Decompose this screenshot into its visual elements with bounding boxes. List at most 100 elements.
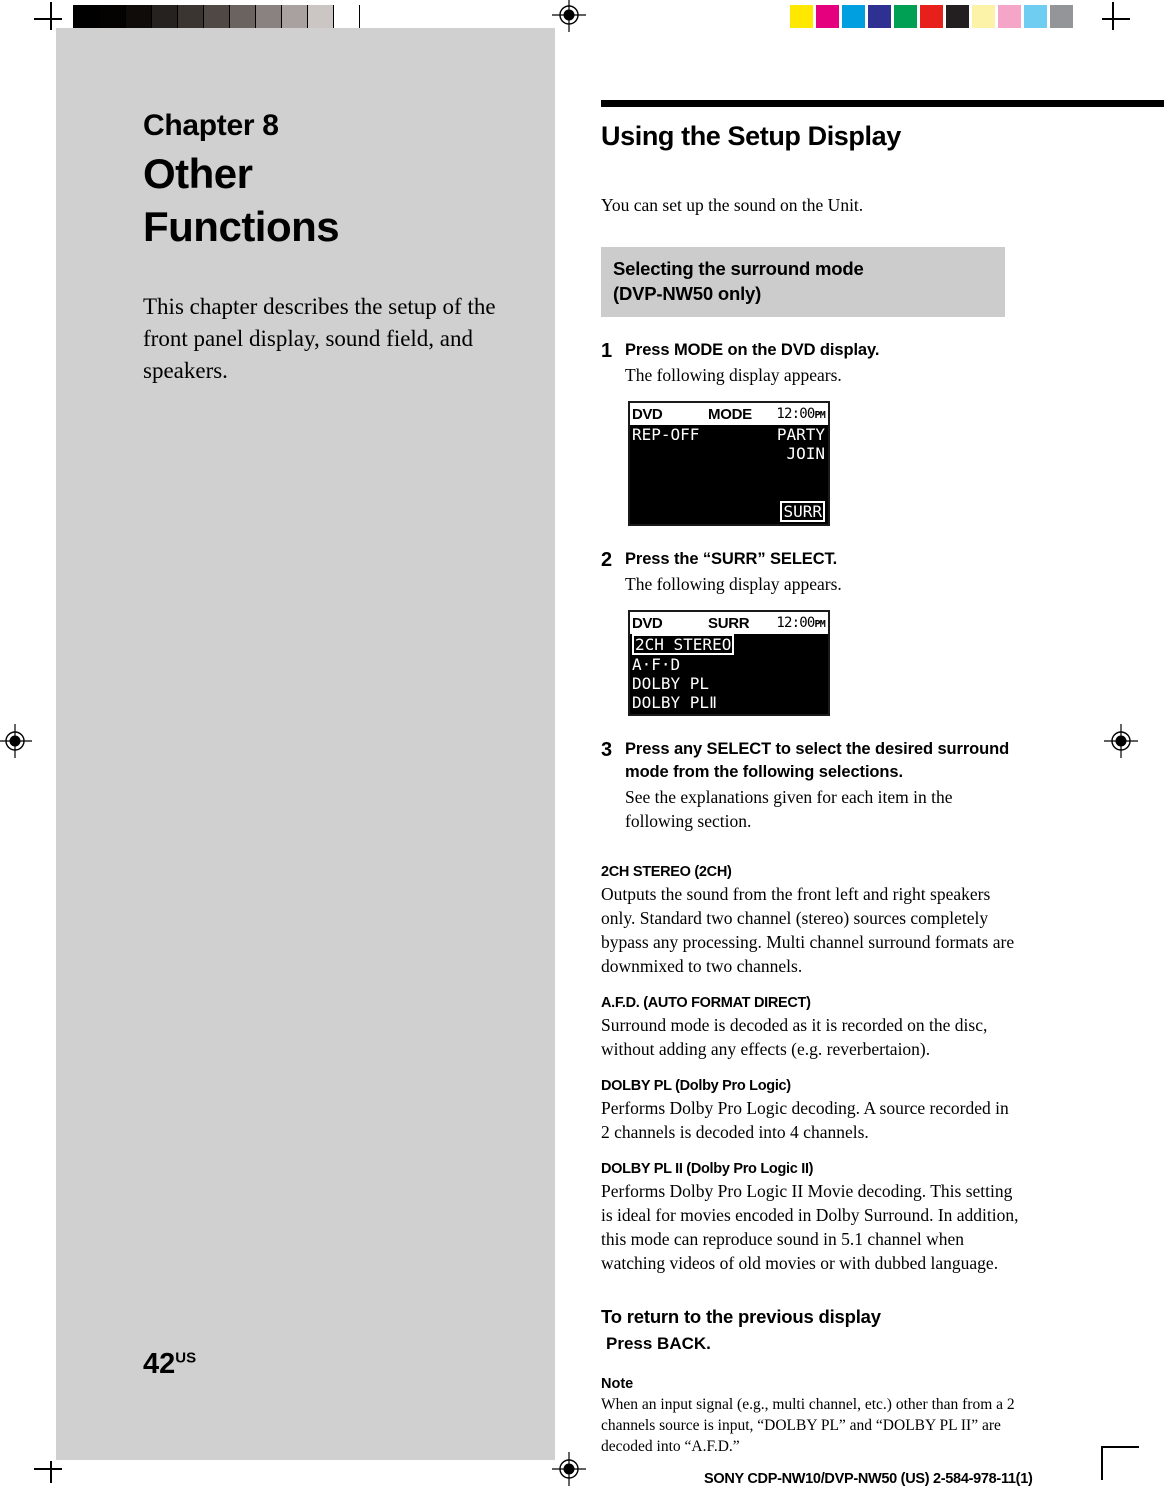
color-patch-9 xyxy=(1024,5,1047,28)
color-patch-6 xyxy=(946,5,969,28)
color-patch-5 xyxy=(920,5,943,28)
color-patch-8 xyxy=(998,5,1021,28)
lcd-source-label: DVD xyxy=(632,405,663,423)
grayscale-patch-6 xyxy=(230,5,256,28)
grayscale-patch-9 xyxy=(308,5,334,28)
color-patch-3 xyxy=(868,5,891,28)
definition-term: DOLBY PL II (Dolby Pro Logic II) xyxy=(601,1161,814,1177)
lcd-header: DVD MODE 12:00PM xyxy=(630,403,828,425)
lcd-clock-time: 12:00 xyxy=(776,615,815,631)
crop-mark-bottom-right xyxy=(1096,1440,1139,1480)
step-content: Press any SELECT to select the desired s… xyxy=(625,738,1021,833)
lcd-menu-row: 2CH STEREO xyxy=(630,634,828,655)
definition-term: DOLBY PL (Dolby Pro Logic) xyxy=(601,1078,791,1094)
lcd-clock-ampm: PM xyxy=(814,410,826,421)
color-patch-10 xyxy=(1050,5,1073,28)
page-footer: SONY CDP-NW10/DVP-NW50 (US) 2-584-978-11… xyxy=(704,1471,1033,1487)
lcd-clock-ampm: PM xyxy=(814,619,826,630)
lcd-menu-row: DOLBY PL xyxy=(632,674,710,693)
grayscale-patch-5 xyxy=(204,5,230,28)
definition-description: Performs Dolby Pro Logic decoding. A sou… xyxy=(601,1098,1009,1142)
color-patch-2 xyxy=(842,5,865,28)
step-detail: See the explanations given for each item… xyxy=(625,787,953,831)
grayscale-patch-7 xyxy=(256,5,282,28)
crop-mark-top-right xyxy=(1096,2,1130,36)
grayscale-patch-3 xyxy=(152,5,178,28)
definition-description: Surround mode is decoded as it is record… xyxy=(601,1015,988,1059)
surround-mode-definitions: 2CH STEREO (2CH) Outputs the sound from … xyxy=(601,863,1021,1275)
definition-item: DOLBY PL (Dolby Pro Logic) Performs Dolb… xyxy=(601,1077,1021,1144)
step-item: 1 Press MODE on the DVD display. The fol… xyxy=(601,339,1021,387)
lcd-blank-row xyxy=(630,482,828,501)
note-text: When an input signal (e.g., multi channe… xyxy=(601,1396,1015,1455)
page-number-value: 42 xyxy=(143,1348,176,1380)
step-item: 2 Press the “SURR” SELECT. The following… xyxy=(601,548,1021,596)
color-patch-4 xyxy=(894,5,917,28)
lcd-surr-selected-item: SURR xyxy=(780,501,825,522)
step-item: 3 Press any SELECT to select the desired… xyxy=(601,738,1021,833)
chapter-title-line-1: Other xyxy=(143,150,253,197)
crop-mark-bottom-left xyxy=(34,1461,68,1495)
step-content: Press MODE on the DVD display. The follo… xyxy=(625,339,1021,387)
lcd-party-label: PARTY xyxy=(776,425,825,444)
registration-mark-bottom xyxy=(552,1452,586,1486)
lcd-display-surr-figure: DVD SURR 12:00PM 2CH STEREO A·F·D DOLBY … xyxy=(628,610,830,716)
step-instruction: Press any SELECT to select the desired s… xyxy=(625,740,1010,781)
page-number-suffix: US xyxy=(175,1349,197,1367)
step-instruction: Press the “SURR” SELECT. xyxy=(625,550,838,568)
step-instruction: Press MODE on the DVD display. xyxy=(625,341,880,359)
lcd-repeat-status: REP-OFF xyxy=(632,425,700,444)
lcd-body: 2CH STEREO A·F·D DOLBY PL DOLBY PLⅡ xyxy=(630,634,828,714)
definition-description: Performs Dolby Pro Logic II Movie decodi… xyxy=(601,1181,1019,1273)
lcd-menu-row: DOLBY PLⅡ xyxy=(632,693,717,712)
color-patch-1 xyxy=(816,5,839,28)
grayscale-patch-2 xyxy=(126,5,152,28)
step-content: Press the “SURR” SELECT. The following d… xyxy=(625,548,1021,596)
grayscale-patch-10 xyxy=(334,5,360,28)
lcd-display-mode-figure: DVD MODE 12:00PM REP-OFF PARTY JOIN SURR xyxy=(628,401,830,526)
return-heading: To return to the previous display xyxy=(601,1306,881,1327)
definition-term: A.F.D. (AUTO FORMAT DIRECT) xyxy=(601,995,811,1011)
lcd-clock: 12:00PM xyxy=(776,615,825,631)
color-patch-0 xyxy=(790,5,813,28)
grayscale-patch-8 xyxy=(282,5,308,28)
chapter-title: Other Functions xyxy=(143,147,523,253)
lcd-menu-item-selected: 2CH STEREO xyxy=(632,634,735,655)
return-instruction: Press BACK. xyxy=(606,1334,711,1353)
step-number: 1 xyxy=(601,340,613,362)
subsection-heading-band: Selecting the surround mode (DVP-NW50 on… xyxy=(601,247,1005,317)
lcd-body: REP-OFF PARTY JOIN SURR xyxy=(630,425,828,524)
registration-mark-right xyxy=(1104,724,1138,758)
grayscale-patch-4 xyxy=(178,5,204,28)
definition-item: A.F.D. (AUTO FORMAT DIRECT) Surround mod… xyxy=(601,994,1021,1061)
lcd-blank-row xyxy=(630,463,828,482)
lcd-clock-time: 12:00 xyxy=(776,406,815,422)
chapter-opener-content: Chapter 8 Other Functions This chapter d… xyxy=(143,108,523,387)
section-rule xyxy=(601,100,1164,107)
subsection-heading-line-1: Selecting the surround mode xyxy=(613,258,864,279)
grayscale-patch-1 xyxy=(100,5,126,28)
note-heading: Note xyxy=(601,1376,634,1392)
registration-mark-top xyxy=(552,0,586,32)
lcd-menu-row: A·F·D xyxy=(632,655,681,674)
lcd-header: DVD SURR 12:00PM xyxy=(630,612,828,634)
main-content-column: Using the Setup Display You can set up t… xyxy=(601,100,1164,1457)
lcd-mode-label: SURR xyxy=(708,614,750,632)
registration-mark-left xyxy=(0,724,32,758)
lcd-join-label: JOIN xyxy=(786,444,825,463)
color-calibration-bar xyxy=(790,5,1073,28)
step-number: 3 xyxy=(601,739,613,761)
section-title: Using the Setup Display xyxy=(601,121,901,151)
section-lead-text: You can set up the sound on the Unit. xyxy=(601,195,864,215)
grayscale-patch-0 xyxy=(74,5,100,28)
color-patch-7 xyxy=(972,5,995,28)
chapter-intro-text: This chapter describes the setup of the … xyxy=(143,294,496,383)
step-detail: The following display appears. xyxy=(625,365,842,385)
definition-description: Outputs the sound from the front left an… xyxy=(601,884,1015,976)
subsection-heading-line-2: (DVP-NW50 only) xyxy=(613,283,762,304)
lcd-surr-button-row: SURR xyxy=(630,501,828,524)
page-number: 42US xyxy=(143,1348,196,1381)
definition-term: 2CH STEREO (2CH) xyxy=(601,864,732,880)
grayscale-calibration-bar xyxy=(73,5,360,28)
chapter-title-line-2: Functions xyxy=(143,203,340,250)
